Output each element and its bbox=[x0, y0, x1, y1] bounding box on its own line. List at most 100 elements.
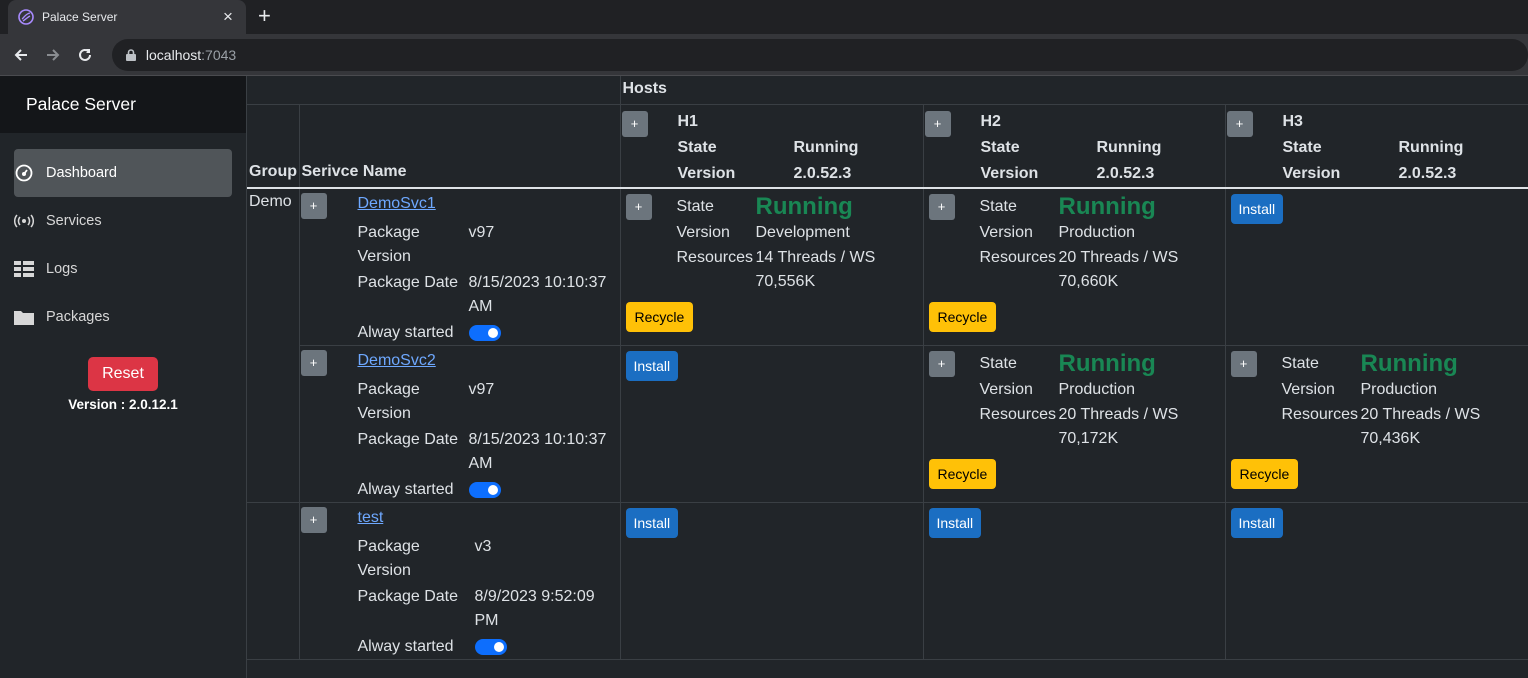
expand-host-button[interactable]: + bbox=[924, 110, 951, 137]
package-date: 8/15/2023 10:10:37 AM bbox=[468, 430, 607, 472]
always-started-toggle[interactable] bbox=[468, 481, 501, 498]
install-button[interactable]: Install bbox=[625, 507, 679, 538]
instance-version: Development bbox=[755, 223, 850, 241]
instance-state-label: State bbox=[979, 197, 1017, 215]
package-date-label: Package Date bbox=[357, 587, 459, 605]
instance-cell: Install bbox=[923, 502, 1226, 660]
browser-toolbar: localhost:7043 bbox=[0, 34, 1528, 76]
tab-close-icon[interactable]: × bbox=[220, 8, 236, 25]
service-link[interactable]: DemoSvc2 bbox=[358, 352, 609, 376]
host-version: 2.0.52.3 bbox=[1398, 164, 1457, 182]
host-state: Running bbox=[1398, 138, 1464, 156]
browser-tab[interactable]: Palace Server × bbox=[8, 0, 246, 34]
back-arrow-icon[interactable] bbox=[10, 44, 32, 66]
recycle-button[interactable]: Recycle bbox=[928, 301, 997, 332]
host-state-label: State bbox=[677, 138, 717, 156]
service-cell: + test Package Version v3 Package Date 8/9… bbox=[299, 502, 621, 660]
broadcast-icon bbox=[14, 211, 34, 231]
instance-cell: Install bbox=[620, 345, 924, 503]
sidebar-item-label: Packages bbox=[46, 309, 110, 325]
site-favicon-icon bbox=[18, 9, 34, 25]
sidebar-nav: Dashboard Services Logs Packages bbox=[0, 133, 246, 341]
expand-instance-button[interactable]: + bbox=[928, 350, 955, 377]
instance-state-label: State bbox=[1281, 354, 1319, 372]
new-tab-icon[interactable]: + bbox=[258, 5, 271, 27]
always-started-label: Alway started bbox=[357, 637, 454, 655]
expand-service-button[interactable]: + bbox=[300, 192, 327, 219]
install-button[interactable]: Install bbox=[928, 507, 982, 538]
instance-state-label: State bbox=[979, 354, 1017, 372]
package-date-label: Package Date bbox=[357, 273, 459, 291]
instance-version-label: Version bbox=[1281, 380, 1335, 398]
package-version-label: Package Version bbox=[357, 223, 420, 265]
expand-service-button[interactable]: + bbox=[300, 506, 327, 533]
host-state: Running bbox=[1096, 138, 1162, 156]
host-state-label: State bbox=[980, 138, 1020, 156]
table-row: + DemoSvc2 Package Version v97 Package Da… bbox=[247, 345, 1528, 503]
instance-state: Running bbox=[1360, 349, 1458, 377]
install-button[interactable]: Install bbox=[625, 350, 679, 381]
instance-version: Production bbox=[1058, 223, 1136, 241]
service-link[interactable]: test bbox=[358, 509, 605, 533]
instance-cell: Install bbox=[620, 502, 924, 660]
instance-cell: + State Running Version Production Resourc… bbox=[1225, 345, 1528, 503]
instance-resources: 20 Threads / WS 70,172K bbox=[1058, 405, 1179, 447]
forward-arrow-icon[interactable] bbox=[42, 44, 64, 66]
app-root: Palace Server Dashboard Services Logs Pa… bbox=[0, 76, 1528, 678]
recycle-button[interactable]: Recycle bbox=[625, 301, 694, 332]
install-button[interactable]: Install bbox=[1230, 507, 1284, 538]
package-date: 8/9/2023 9:52:09 PM bbox=[474, 587, 595, 629]
instance-version-label: Version bbox=[979, 223, 1033, 241]
expand-instance-button[interactable]: + bbox=[928, 193, 955, 220]
sidebar-item-packages[interactable]: Packages bbox=[14, 293, 232, 341]
host-name: H3 bbox=[1282, 112, 1303, 130]
instance-resources: 14 Threads / WS 70,556K bbox=[755, 248, 876, 290]
lock-icon[interactable] bbox=[125, 48, 136, 61]
instance-cell: Install bbox=[1225, 502, 1528, 660]
instance-cell: + State Running Version Production Resourc… bbox=[923, 345, 1226, 503]
reload-icon[interactable] bbox=[74, 44, 96, 66]
service-link[interactable]: DemoSvc1 bbox=[358, 195, 609, 219]
app-brand[interactable]: Palace Server bbox=[0, 76, 246, 133]
tab-title: Palace Server bbox=[42, 10, 118, 24]
group-cell-empty bbox=[247, 502, 300, 660]
service-name-header: Serivce Name bbox=[299, 104, 621, 189]
group-name: Demo bbox=[247, 187, 300, 503]
expand-instance-button[interactable]: + bbox=[625, 193, 652, 220]
always-started-toggle[interactable] bbox=[468, 324, 501, 341]
instance-cell: Install bbox=[1225, 187, 1528, 346]
recycle-button[interactable]: Recycle bbox=[928, 458, 997, 489]
always-started-toggle[interactable] bbox=[474, 638, 507, 655]
package-date-label: Package Date bbox=[357, 430, 459, 448]
url-host: localhost bbox=[145, 46, 202, 63]
host-version-label: Version bbox=[1282, 164, 1341, 182]
url-port: :7043 bbox=[201, 46, 237, 63]
expand-host-button[interactable]: + bbox=[1226, 110, 1253, 137]
reset-button[interactable]: Reset bbox=[88, 357, 158, 391]
host-state-label: State bbox=[1282, 138, 1322, 156]
dashboard-main: Hosts Group Serivce Name + H1 State Runni… bbox=[247, 76, 1528, 678]
host-version: 2.0.52.3 bbox=[793, 164, 852, 182]
instance-version-label: Version bbox=[979, 380, 1033, 398]
expand-instance-button[interactable]: + bbox=[1230, 350, 1257, 377]
install-button[interactable]: Install bbox=[1230, 193, 1284, 224]
sidebar-item-services[interactable]: Services bbox=[14, 197, 232, 245]
package-version-label: Package Version bbox=[357, 537, 420, 579]
service-cell: + DemoSvc2 Package Version v97 Package Da… bbox=[299, 345, 621, 503]
instance-version-label: Version bbox=[676, 223, 730, 241]
address-bar[interactable]: localhost:7043 bbox=[111, 38, 1528, 71]
expand-host-button[interactable]: + bbox=[621, 110, 648, 137]
sidebar-item-logs[interactable]: Logs bbox=[14, 245, 232, 293]
sidebar-item-label: Services bbox=[46, 213, 102, 229]
instance-state-label: State bbox=[676, 197, 714, 215]
host-state: Running bbox=[793, 138, 859, 156]
recycle-button[interactable]: Recycle bbox=[1230, 458, 1299, 489]
host-name: H1 bbox=[677, 112, 698, 130]
sidebar-item-dashboard[interactable]: Dashboard bbox=[14, 149, 232, 197]
expand-service-button[interactable]: + bbox=[300, 349, 327, 376]
instance-resources: 20 Threads / WS 70,660K bbox=[1058, 248, 1179, 290]
browser-tab-strip: Palace Server × + bbox=[0, 0, 1528, 34]
instance-version: Production bbox=[1058, 380, 1136, 398]
instance-resources-label: Resources bbox=[979, 405, 1056, 423]
instance-state: Running bbox=[755, 192, 853, 220]
